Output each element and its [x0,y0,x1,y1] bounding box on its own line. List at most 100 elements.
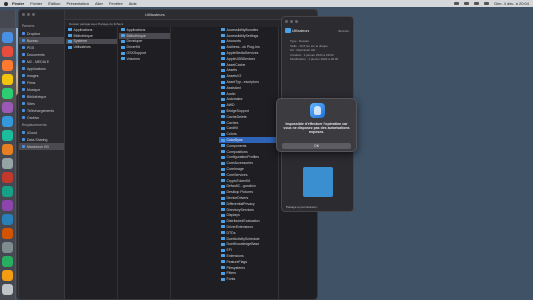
dock-app-icon[interactable] [2,228,13,239]
sidebar-item[interactable]: Dropbox [19,30,64,37]
list-item-label: CoreImage [226,167,244,172]
dock-app-icon[interactable] [2,200,13,211]
folder-icon [22,88,25,91]
folder-icon [68,28,72,32]
sidebar-heading-locations: Emplacements [22,123,47,127]
list-item-label: CryptoTokenKit [226,178,251,183]
info-sharing-heading[interactable]: Partage et permissions : [286,205,318,209]
list-item-label: Audio [226,91,236,96]
dock-app-icon[interactable] [2,32,13,43]
menu-fenetre[interactable]: Fenêtre [109,1,123,6]
column-library: AccessibilityBundles AccessibilitySetting… [219,27,279,299]
folder-icon [68,45,72,49]
dock-app-icon[interactable] [2,60,13,71]
finder-alert-icon [310,103,325,118]
sidebar-item[interactable]: Sites [19,100,64,107]
sidebar-item-label: Images [27,73,39,78]
info-window-controls [285,20,298,23]
folder-preview-icon [303,167,333,197]
control-center-icon[interactable] [484,2,490,5]
info-zoom-button[interactable] [295,20,298,23]
dock-app-icon[interactable] [2,214,13,225]
folder-icon [221,144,225,148]
sidebar-item-label: Musique [27,87,41,92]
folder-icon [221,138,225,142]
dock-app-icon[interactable] [2,102,13,113]
menu-finder[interactable]: Finder [12,1,24,6]
sidebar-item[interactable]: M2 - MEDIA E [19,58,64,65]
list-item-label: EFI [226,248,232,253]
battery-icon[interactable] [454,2,460,5]
minimize-button[interactable] [27,13,30,16]
list-item-label: CoreServices [226,172,248,177]
list-item-label: DistributedEvaluation [226,219,260,224]
menu-aller[interactable]: Aller [95,1,103,6]
sidebar-item[interactable]: Images [19,72,64,79]
sidebar-item-label: Téléchargements [27,108,55,113]
dock-app-icon[interactable] [2,116,13,127]
sidebar-location-item[interactable]: Macintosh HD [19,143,64,150]
folder-icon [22,95,25,98]
close-button[interactable] [22,13,25,16]
sidebar-item[interactable]: Ondrive [19,114,64,121]
dock-app-icon[interactable] [2,284,13,295]
list-item-label: AWD [226,103,235,108]
sidebar-item[interactable]: PDS [19,44,64,51]
menu-fichier[interactable]: Fichier [30,1,42,6]
ok-button[interactable]: OK [282,143,351,149]
dock-app-icon[interactable] [2,242,13,253]
folder-icon [221,51,225,55]
list-item[interactable]: Volumes [119,56,170,62]
folder-icon [221,196,225,200]
list-item-label: DuetKnowledgeBase [226,242,260,247]
dock-app-icon[interactable] [2,130,13,141]
folder-icon [221,86,225,90]
search-icon[interactable] [474,2,480,5]
dock-app-icon[interactable] [2,270,13,281]
dock-app-icon[interactable] [2,158,13,169]
sidebar-item[interactable]: Bibliothèque [19,93,64,100]
folder-icon [221,219,225,223]
menu-edition[interactable]: Édition [48,1,60,6]
dock-app-icon[interactable] [2,172,13,183]
zoom-button[interactable] [32,13,35,16]
sidebar-location-item[interactable]: iCloud [19,129,64,136]
sidebar-item[interactable]: Téléchargements [19,107,64,114]
apple-menu-icon[interactable] [4,1,8,6]
folder-icon [221,63,225,67]
sidebar-item[interactable]: Musique [19,86,64,93]
folder-icon [68,39,72,43]
list-item-label: DuetActivitySchedule [226,236,260,241]
menu-aide[interactable]: Aide [129,1,137,6]
dock-app-icon[interactable] [2,144,13,155]
sidebar-item[interactable]: Documents [19,51,64,58]
folder-icon [22,32,25,35]
sidebar-item[interactable]: Films [19,79,64,86]
list-item[interactable]: Utilisateurs [66,44,117,50]
list-item-label: DifferentialPrivacy [226,201,255,206]
dock-app-icon[interactable] [2,186,13,197]
dock-app-icon[interactable] [2,256,13,267]
folder-icon [221,121,225,125]
wifi-icon[interactable] [464,2,470,5]
folder-icon [285,28,291,33]
info-minimize-button[interactable] [290,20,293,23]
info-close-button[interactable] [285,20,288,23]
list-item[interactable]: Fonts [219,276,278,282]
sidebar-item[interactable]: Bureau [19,37,64,44]
dock-app-icon[interactable] [2,46,13,57]
folder-icon [221,74,225,78]
info-name: Utilisateurs [292,29,310,33]
list-item-label: AssetsV2 [226,74,242,79]
finder-window[interactable]: Favoris Dropbox Bureau PDS Documents M2 - ME… [18,9,318,300]
dock-app-icon[interactable] [2,74,13,85]
folder-icon [221,242,225,246]
sidebar-item[interactable]: Applications [19,65,64,72]
sidebar-location-item[interactable]: Data Sharing [19,136,64,143]
menubar-clock[interactable]: Dim. 4 déc. à 20:04 [494,1,529,6]
menu-presentation[interactable]: Présentation [66,1,88,6]
window-controls [22,13,35,16]
folder-icon [221,184,225,188]
list-item-label: Filesystems [226,265,245,270]
dock-app-icon[interactable] [2,88,13,99]
